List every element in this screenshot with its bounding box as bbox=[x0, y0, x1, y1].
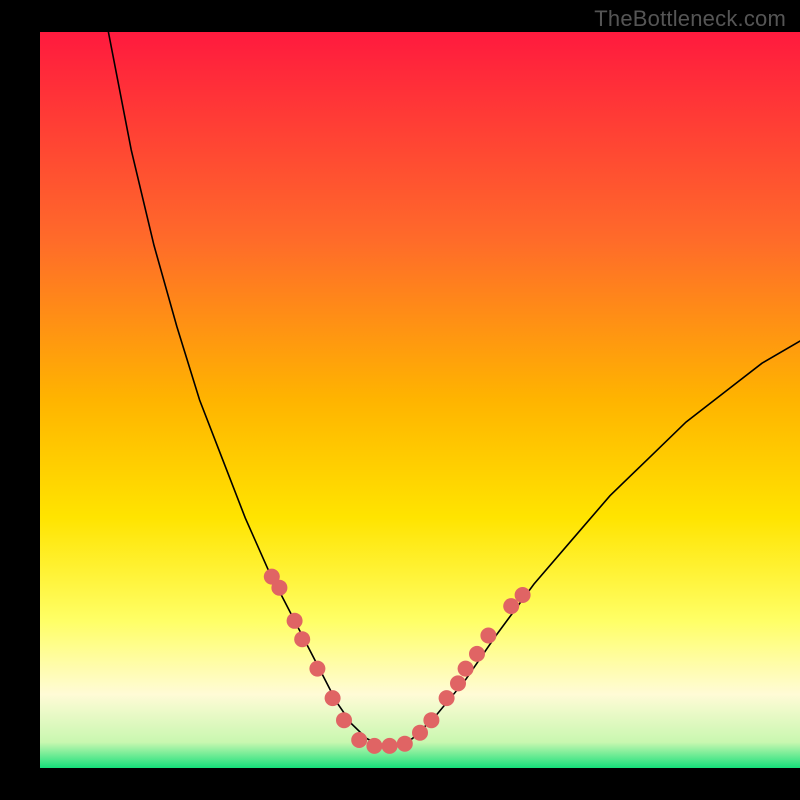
data-marker bbox=[423, 712, 439, 728]
data-marker bbox=[382, 738, 398, 754]
data-marker bbox=[480, 628, 496, 644]
data-marker bbox=[366, 738, 382, 754]
data-marker bbox=[515, 587, 531, 603]
data-marker bbox=[412, 725, 428, 741]
data-marker bbox=[458, 661, 474, 677]
data-marker bbox=[336, 712, 352, 728]
bottleneck-chart bbox=[0, 0, 800, 800]
data-marker bbox=[325, 690, 341, 706]
data-marker bbox=[309, 661, 325, 677]
chart-container: TheBottleneck.com bbox=[0, 0, 800, 800]
data-marker bbox=[469, 646, 485, 662]
data-marker bbox=[287, 613, 303, 629]
data-marker bbox=[450, 675, 466, 691]
data-marker bbox=[271, 580, 287, 596]
data-marker bbox=[397, 736, 413, 752]
data-marker bbox=[351, 732, 367, 748]
watermark-text: TheBottleneck.com bbox=[594, 6, 786, 32]
data-marker bbox=[439, 690, 455, 706]
plot-area bbox=[40, 32, 800, 768]
data-marker bbox=[294, 631, 310, 647]
